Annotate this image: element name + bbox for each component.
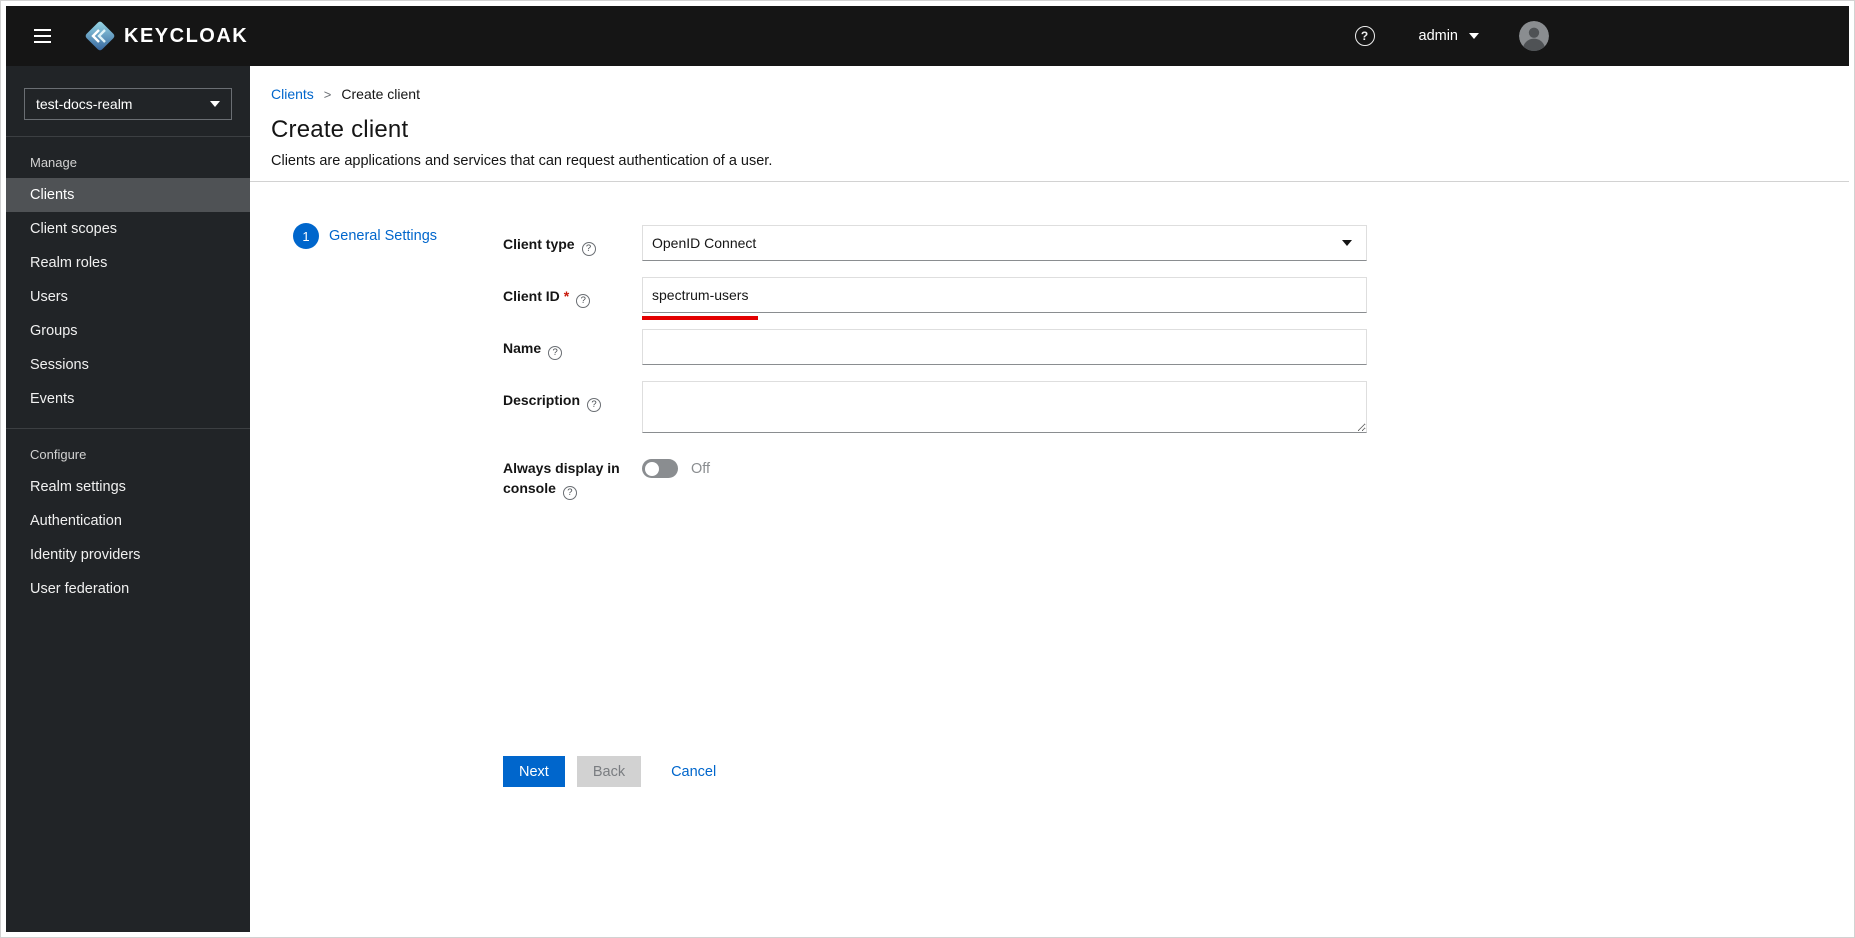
client-id-label: Client ID *? (503, 277, 642, 313)
name-input[interactable] (642, 329, 1367, 365)
page-title: Create client (271, 116, 409, 143)
client-id-row: Client ID *? (503, 277, 1849, 320)
toggle-state-label: Off (691, 460, 711, 477)
toggle-knob (645, 461, 659, 476)
breadcrumb-clients-link[interactable]: Clients (271, 86, 314, 102)
realm-selector[interactable]: test-docs-realm (24, 88, 232, 120)
avatar[interactable] (1519, 21, 1549, 51)
sidebar-item-groups[interactable]: Groups (6, 314, 250, 348)
name-row: Name? (503, 329, 1849, 365)
hamburger-icon (34, 29, 51, 31)
client-type-select[interactable]: OpenID Connect (642, 225, 1367, 261)
client-type-row: Client type? OpenID Connect (503, 225, 1849, 261)
help-icon[interactable]: ? (548, 346, 563, 360)
masthead-actions: ? admin (1354, 21, 1549, 51)
nav-section-manage: Manage Clients Client scopes Realm roles… (6, 137, 250, 416)
wizard-footer: Next Back Cancel (503, 756, 1849, 787)
page-subtitle: Clients are applications and services th… (271, 153, 773, 169)
caret-down-icon (1469, 33, 1479, 39)
nav-section-title: Configure (30, 447, 87, 462)
help-icon[interactable]: ? (576, 294, 591, 308)
sidebar-item-authentication[interactable]: Authentication (6, 504, 250, 538)
sidebar-item-user-federation[interactable]: User federation (6, 572, 250, 606)
help-icon[interactable]: ? (587, 398, 602, 412)
client-id-input[interactable] (642, 277, 1367, 313)
description-textarea[interactable] (642, 381, 1367, 433)
nav-section-configure: Configure Realm settings Authentication … (6, 428, 250, 606)
cancel-button[interactable]: Cancel (655, 756, 732, 787)
sidebar-item-users[interactable]: Users (6, 280, 250, 314)
wizard-step-general-settings[interactable]: 1 General Settings (293, 223, 503, 249)
name-label: Name? (503, 329, 642, 365)
sidebar-item-clients[interactable]: Clients (6, 178, 250, 212)
wizard-form: Client type? OpenID Connect Client ID * … (503, 182, 1849, 932)
masthead: KEYCLOAK ? admin (6, 6, 1849, 66)
next-button[interactable]: Next (503, 756, 565, 787)
annotation-underline (642, 316, 758, 320)
required-asterisk: * (563, 288, 570, 304)
nav-section-title: Manage (30, 155, 77, 170)
page-header: Clients > Create client Create client Cl… (250, 66, 1849, 181)
sidebar-item-identity-providers[interactable]: Identity providers (6, 538, 250, 572)
breadcrumb-current: Create client (341, 86, 420, 102)
step-number-badge: 1 (293, 223, 319, 249)
help-icon[interactable]: ? (562, 486, 577, 500)
brand-wordmark: KEYCLOAK (124, 24, 249, 47)
sidebar-item-realm-roles[interactable]: Realm roles (6, 246, 250, 280)
app-window: KEYCLOAK ? admin test-docs-realm Manage … (0, 0, 1855, 938)
always-display-row: Always display in console? Off (503, 449, 1849, 500)
realm-selector-block: test-docs-realm (6, 66, 250, 137)
keycloak-logo-icon (83, 19, 117, 53)
always-display-label: Always display in console? (503, 460, 620, 500)
realm-selector-value: test-docs-realm (36, 96, 133, 112)
create-client-wizard: 1 General Settings Client type? OpenID C… (250, 182, 1849, 932)
nav-toggle-button[interactable] (32, 23, 53, 49)
sidebar: test-docs-realm Manage Clients Client sc… (6, 66, 250, 932)
help-icon[interactable]: ? (1354, 26, 1375, 46)
breadcrumb: Clients > Create client (271, 86, 1825, 102)
back-button[interactable]: Back (576, 756, 642, 787)
breadcrumb-separator-icon: > (323, 86, 332, 102)
wizard-nav: 1 General Settings (250, 182, 503, 932)
main-content: Clients > Create client Create client Cl… (250, 66, 1849, 932)
user-name: admin (1418, 28, 1459, 44)
step-label: General Settings (329, 228, 438, 244)
description-row: Description? (503, 381, 1849, 433)
help-icon[interactable]: ? (581, 242, 596, 256)
client-type-value: OpenID Connect (652, 235, 757, 251)
client-type-label: Client type? (503, 225, 642, 261)
description-label: Description? (503, 381, 642, 433)
always-display-toggle[interactable] (642, 459, 678, 478)
sidebar-item-sessions[interactable]: Sessions (6, 348, 250, 382)
sidebar-item-realm-settings[interactable]: Realm settings (6, 470, 250, 504)
user-menu[interactable]: admin (1418, 28, 1479, 44)
sidebar-item-client-scopes[interactable]: Client scopes (6, 212, 250, 246)
caret-down-icon (1342, 240, 1352, 246)
brand-logo: KEYCLOAK (83, 19, 248, 53)
page-layout: test-docs-realm Manage Clients Client sc… (6, 66, 1849, 932)
caret-down-icon (210, 101, 220, 107)
sidebar-item-events[interactable]: Events (6, 382, 250, 416)
